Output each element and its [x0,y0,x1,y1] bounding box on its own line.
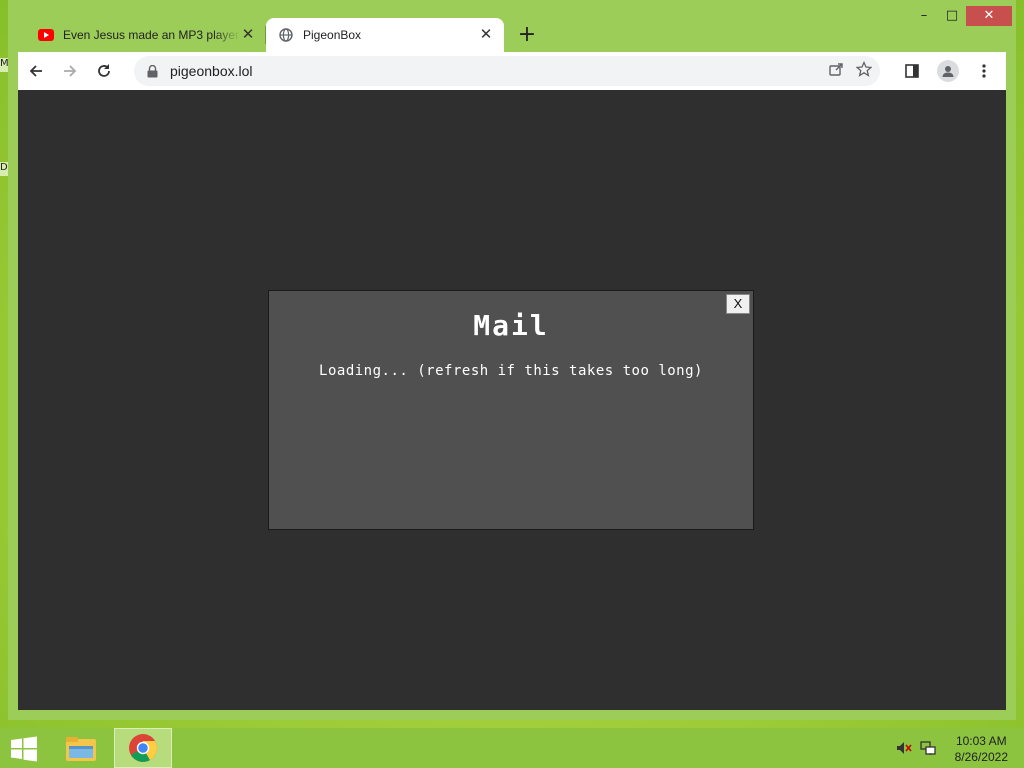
taskbar-clock[interactable]: 10:03 AM 8/26/2022 [955,733,1008,765]
profile-button[interactable] [934,56,962,86]
globe-icon [278,27,294,43]
youtube-icon [38,27,54,43]
reload-button[interactable] [88,55,120,87]
arrow-left-icon [29,65,42,77]
new-tab-button[interactable]: + [516,24,538,46]
address-bar[interactable]: pigeonbox.lol [134,56,880,86]
loading-message: Loading... (refresh if this takes too lo… [319,363,703,379]
chrome-icon[interactable] [114,728,172,768]
url-text[interactable]: pigeonbox.lol [170,63,253,79]
close-tab-icon[interactable]: ✕ [240,27,256,43]
page-viewport: X Mail Loading... (refresh if this takes… [18,90,1006,710]
browser-window: Even Jesus made an MP3 player ✕ PigeonBo… [8,0,1016,720]
file-explorer-icon[interactable] [52,728,110,768]
dialog-title: Mail [473,309,549,342]
side-panel-icon[interactable] [898,56,926,86]
browser-toolbar: pigeonbox.lol [18,52,1006,90]
system-tray [896,740,936,760]
clock-date: 8/26/2022 [954,750,1008,764]
tab-title: Even Jesus made an MP3 player [63,28,240,42]
window-controls: – □ ✕ [910,6,1012,30]
mail-dialog: X Mail Loading... (refresh if this takes… [268,290,754,530]
back-button[interactable] [20,55,52,87]
start-icon[interactable] [10,736,38,762]
minimize-button[interactable]: – [910,6,938,26]
tab-youtube[interactable]: Even Jesus made an MP3 player ✕ [26,18,266,52]
tab-title: PigeonBox [303,28,362,42]
menu-kebab-icon[interactable] [970,56,998,86]
clock-time: 10:03 AM [955,734,1007,748]
maximize-button[interactable]: □ [938,6,966,26]
bookmark-star-icon[interactable] [855,60,873,81]
reload-icon [98,64,110,77]
close-tab-icon[interactable]: ✕ [478,27,494,43]
network-icon[interactable] [920,740,936,760]
tab-strip: Even Jesus made an MP3 player ✕ PigeonBo… [8,0,1016,52]
share-icon[interactable] [828,61,844,81]
tab-pigeonbox[interactable]: PigeonBox ✕ [266,18,504,52]
avatar-icon [937,60,959,82]
arrow-right-icon [64,65,77,77]
lock-icon[interactable] [144,64,160,78]
taskbar: 10:03 AM 8/26/2022 [0,728,1024,768]
volume-muted-icon[interactable] [896,740,912,760]
close-window-button[interactable]: ✕ [966,6,1012,26]
forward-button[interactable] [54,55,86,87]
